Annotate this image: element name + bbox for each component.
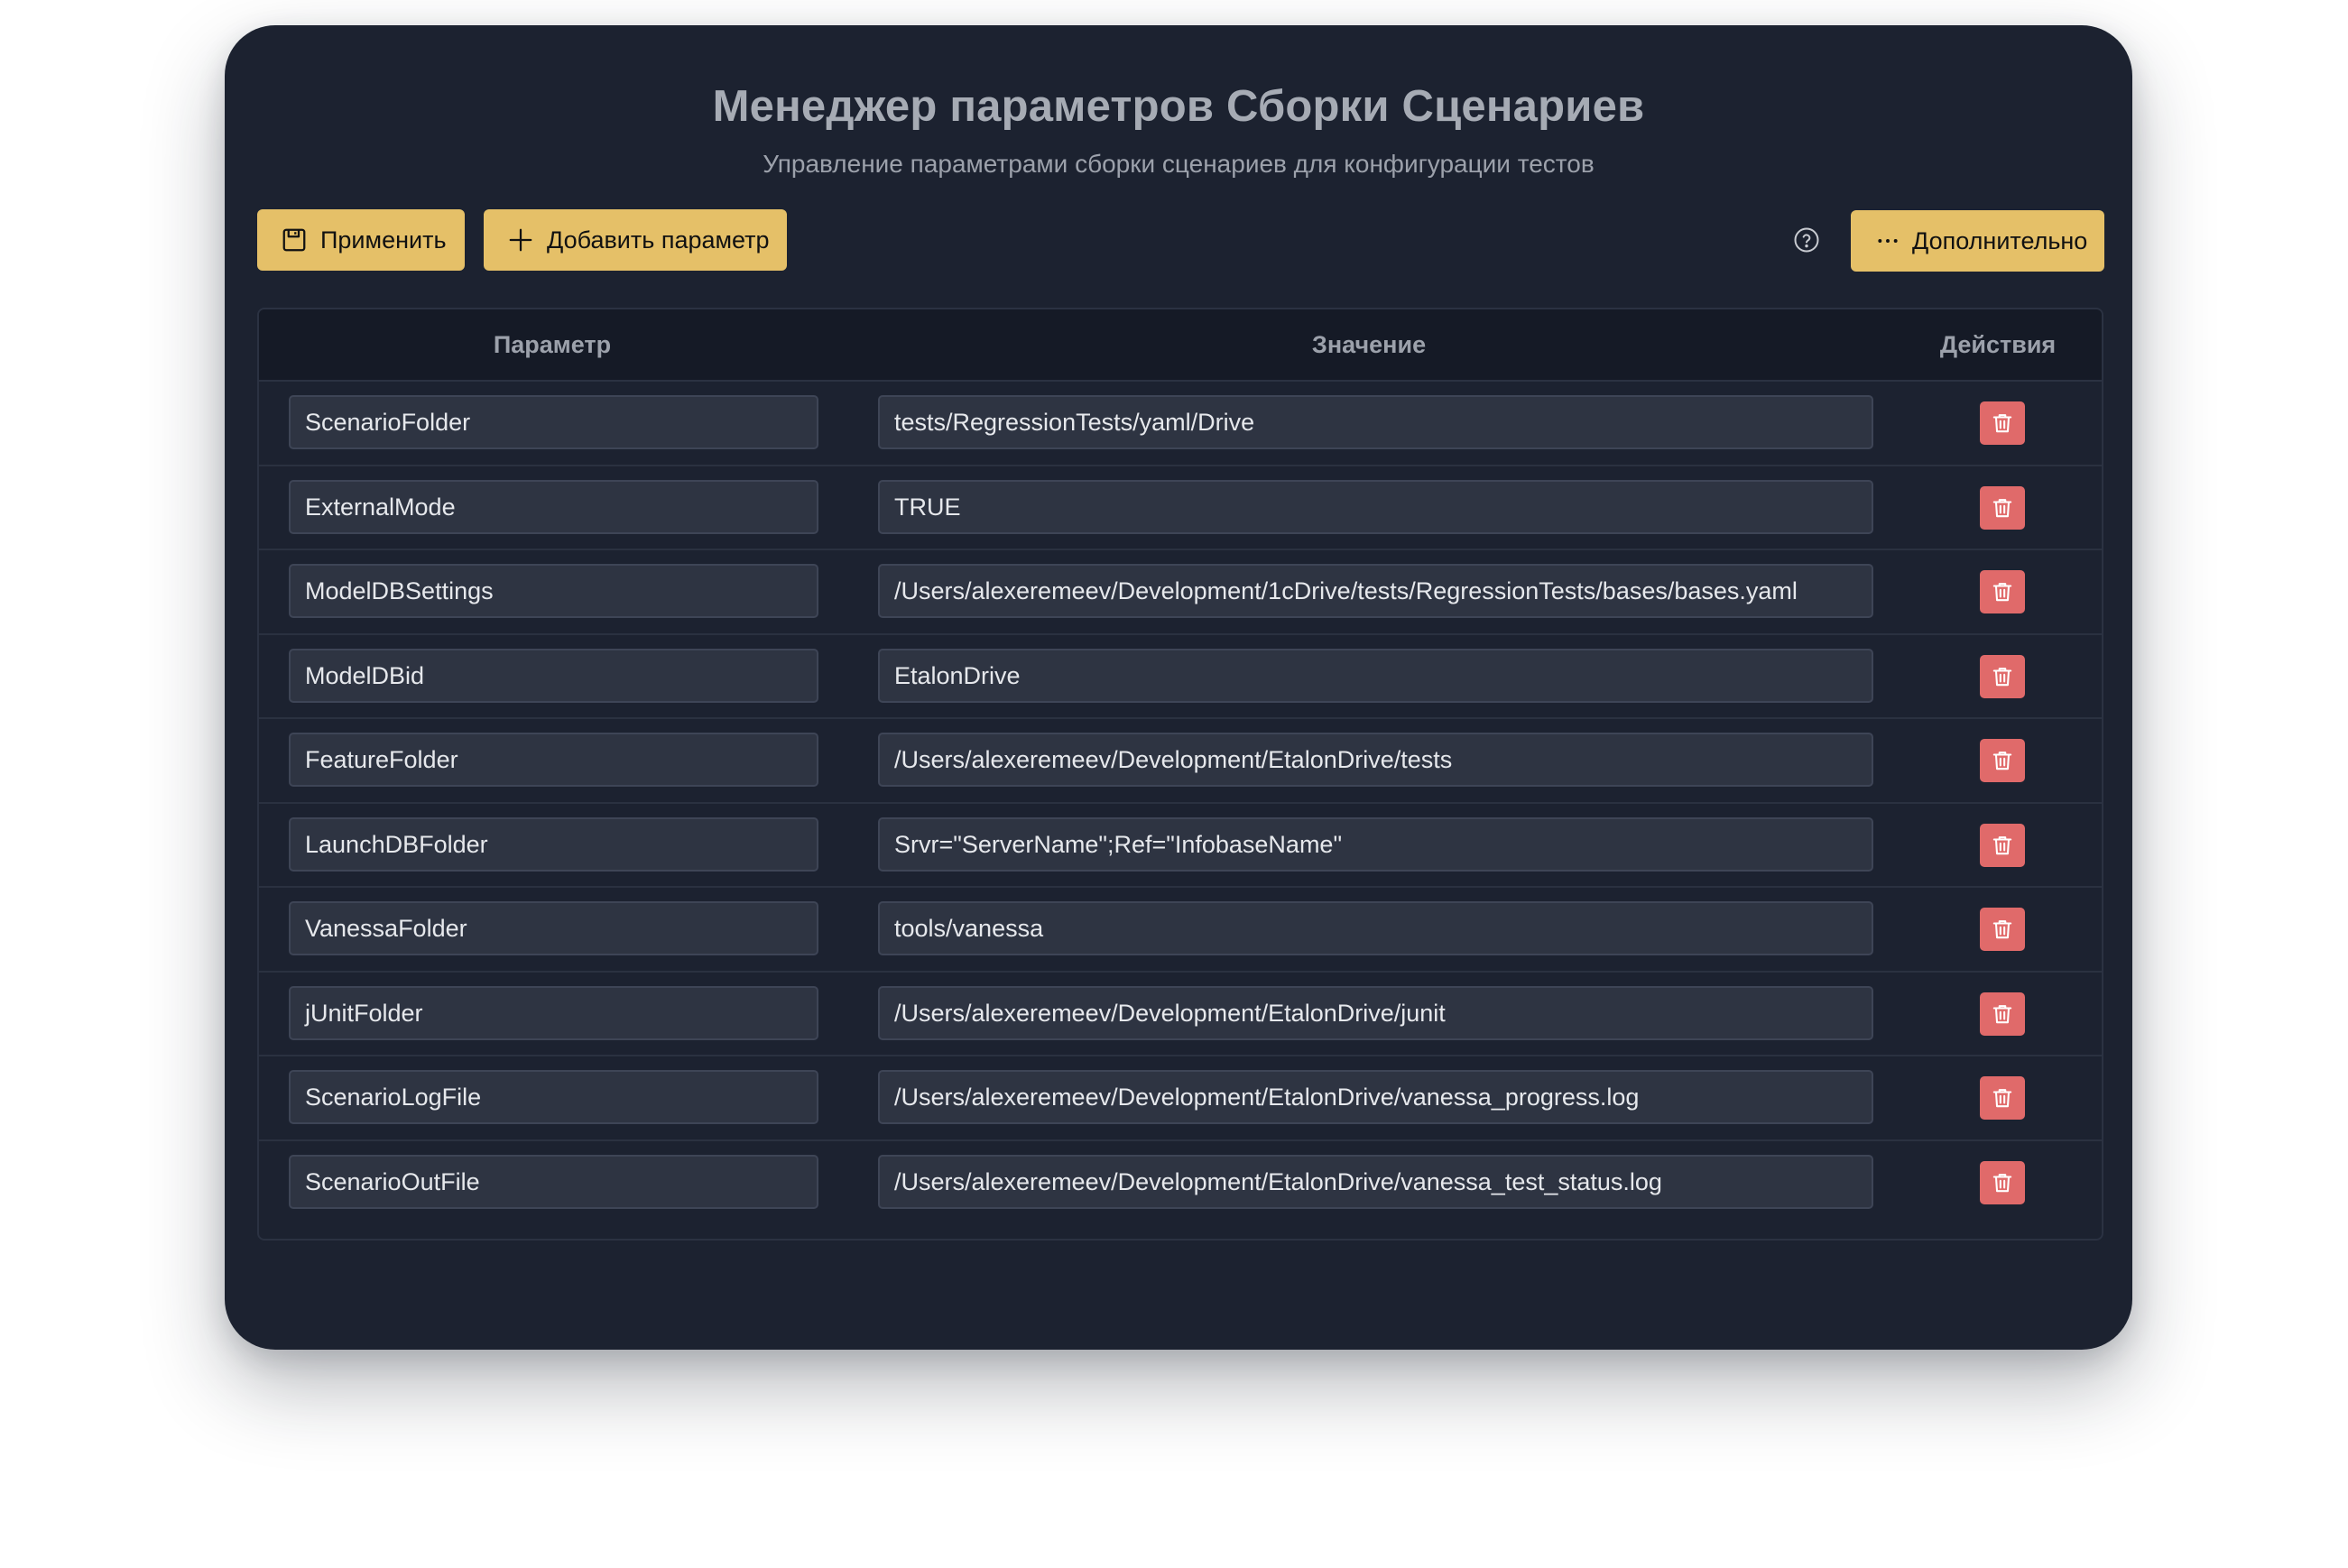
trash-icon [1991, 496, 2014, 520]
delete-row-button[interactable] [1980, 908, 2025, 951]
column-header-parameter: Параметр [493, 331, 612, 358]
more-options-button-label: Дополнительно [1912, 226, 2088, 254]
parameter-value-input[interactable]: /Users/alexeremeev/Development/EtalonDri… [878, 985, 1873, 1040]
page-subtitle: Управление параметрами сборки сценариев … [763, 150, 1595, 178]
trash-icon [1991, 1171, 2014, 1194]
trash-icon [1991, 834, 2014, 857]
parameter-value-input[interactable]: tests/RegressionTests/yaml/Drive [878, 395, 1873, 449]
question-circle-icon[interactable] [1792, 226, 1821, 254]
table-body: ScenarioFolder tests/RegressionTests/yam… [259, 382, 2102, 1225]
parameter-name-input[interactable]: ExternalMode [289, 479, 818, 534]
parameter-value-input[interactable]: tools/vanessa [878, 901, 1873, 955]
trash-icon [1991, 665, 2014, 688]
table-row: jUnitFolder /Users/alexeremeev/Developme… [259, 973, 2102, 1056]
table-row: ModelDBid EtalonDrive [259, 635, 2102, 719]
table-row: VanessaFolder tools/vanessa [259, 888, 2102, 973]
trash-icon [1991, 749, 2014, 772]
parameter-name-input[interactable]: FeatureFolder [289, 733, 818, 787]
column-header-actions: Действия [1939, 331, 2057, 358]
trash-icon [1991, 918, 2014, 941]
parameter-value-input[interactable]: EtalonDrive [878, 648, 1873, 703]
table-header: Параметр Значение Действия [259, 309, 2102, 382]
table-row: LaunchDBFolder Srvr="ServerName";Ref="In… [259, 804, 2102, 888]
parameter-name-input[interactable]: ScenarioOutFile [289, 1154, 818, 1209]
parameter-name-input[interactable]: ScenarioFolder [289, 395, 818, 449]
parameter-value-input[interactable]: /Users/alexeremeev/Development/EtalonDri… [878, 733, 1873, 787]
apply-button[interactable]: Применить [257, 209, 465, 271]
parameter-value-input[interactable]: /Users/alexeremeev/Development/EtalonDri… [878, 1154, 1873, 1209]
trash-icon [1991, 1002, 2014, 1026]
parameter-name-input[interactable]: ModelDBid [289, 648, 818, 703]
delete-row-button[interactable] [1980, 1160, 2025, 1204]
table-row: ModelDBSettings /Users/alexeremeev/Devel… [259, 550, 2102, 635]
add-parameter-button-label: Добавить параметр [547, 226, 770, 254]
plus-icon [507, 226, 534, 254]
table-row: FeatureFolder /Users/alexeremeev/Develop… [259, 719, 2102, 804]
delete-row-button[interactable] [1980, 654, 2025, 698]
delete-row-button[interactable] [1980, 992, 2025, 1036]
add-parameter-button[interactable]: Добавить параметр [484, 209, 787, 271]
parameters-table: Параметр Значение Действия ScenarioFolde… [257, 308, 2103, 1241]
delete-row-button[interactable] [1980, 823, 2025, 867]
delete-row-button[interactable] [1980, 739, 2025, 782]
trash-icon [1991, 411, 2014, 435]
parameters-manager-panel: Менеджер параметров Сборки Сценариев Упр… [225, 25, 2132, 1350]
delete-row-button[interactable] [1980, 401, 2025, 445]
parameter-name-input[interactable]: jUnitFolder [289, 985, 818, 1040]
page-title: Менеджер параметров Сборки Сценариев [712, 82, 1645, 131]
parameter-value-input[interactable]: TRUE [878, 479, 1873, 534]
trash-icon [1991, 580, 2014, 604]
parameter-name-input[interactable]: LaunchDBFolder [289, 816, 818, 872]
trash-icon [1991, 1086, 2014, 1110]
ellipsis-icon [1876, 229, 1900, 253]
parameter-value-input[interactable]: Srvr="ServerName";Ref="InfobaseName" [878, 816, 1873, 872]
parameter-value-input[interactable]: /Users/alexeremeev/Development/1cDrive/t… [878, 564, 1873, 618]
table-row: ScenarioFolder tests/RegressionTests/yam… [259, 382, 2102, 466]
save-icon [281, 226, 308, 254]
parameter-value-input[interactable]: /Users/alexeremeev/Development/EtalonDri… [878, 1070, 1873, 1124]
delete-row-button[interactable] [1980, 485, 2025, 530]
table-row: ScenarioOutFile /Users/alexeremeev/Devel… [259, 1141, 2102, 1226]
table-row: ExternalMode TRUE [259, 466, 2102, 550]
column-header-value: Значение [1311, 331, 1427, 358]
more-options-button[interactable]: Дополнительно [1851, 210, 2104, 272]
parameter-name-input[interactable]: ScenarioLogFile [289, 1070, 818, 1124]
parameter-name-input[interactable]: ModelDBSettings [289, 564, 818, 618]
parameter-name-input[interactable]: VanessaFolder [289, 901, 818, 955]
apply-button-label: Применить [320, 226, 447, 254]
delete-row-button[interactable] [1980, 570, 2025, 613]
table-row: ScenarioLogFile /Users/alexeremeev/Devel… [259, 1056, 2102, 1141]
delete-row-button[interactable] [1980, 1076, 2025, 1120]
